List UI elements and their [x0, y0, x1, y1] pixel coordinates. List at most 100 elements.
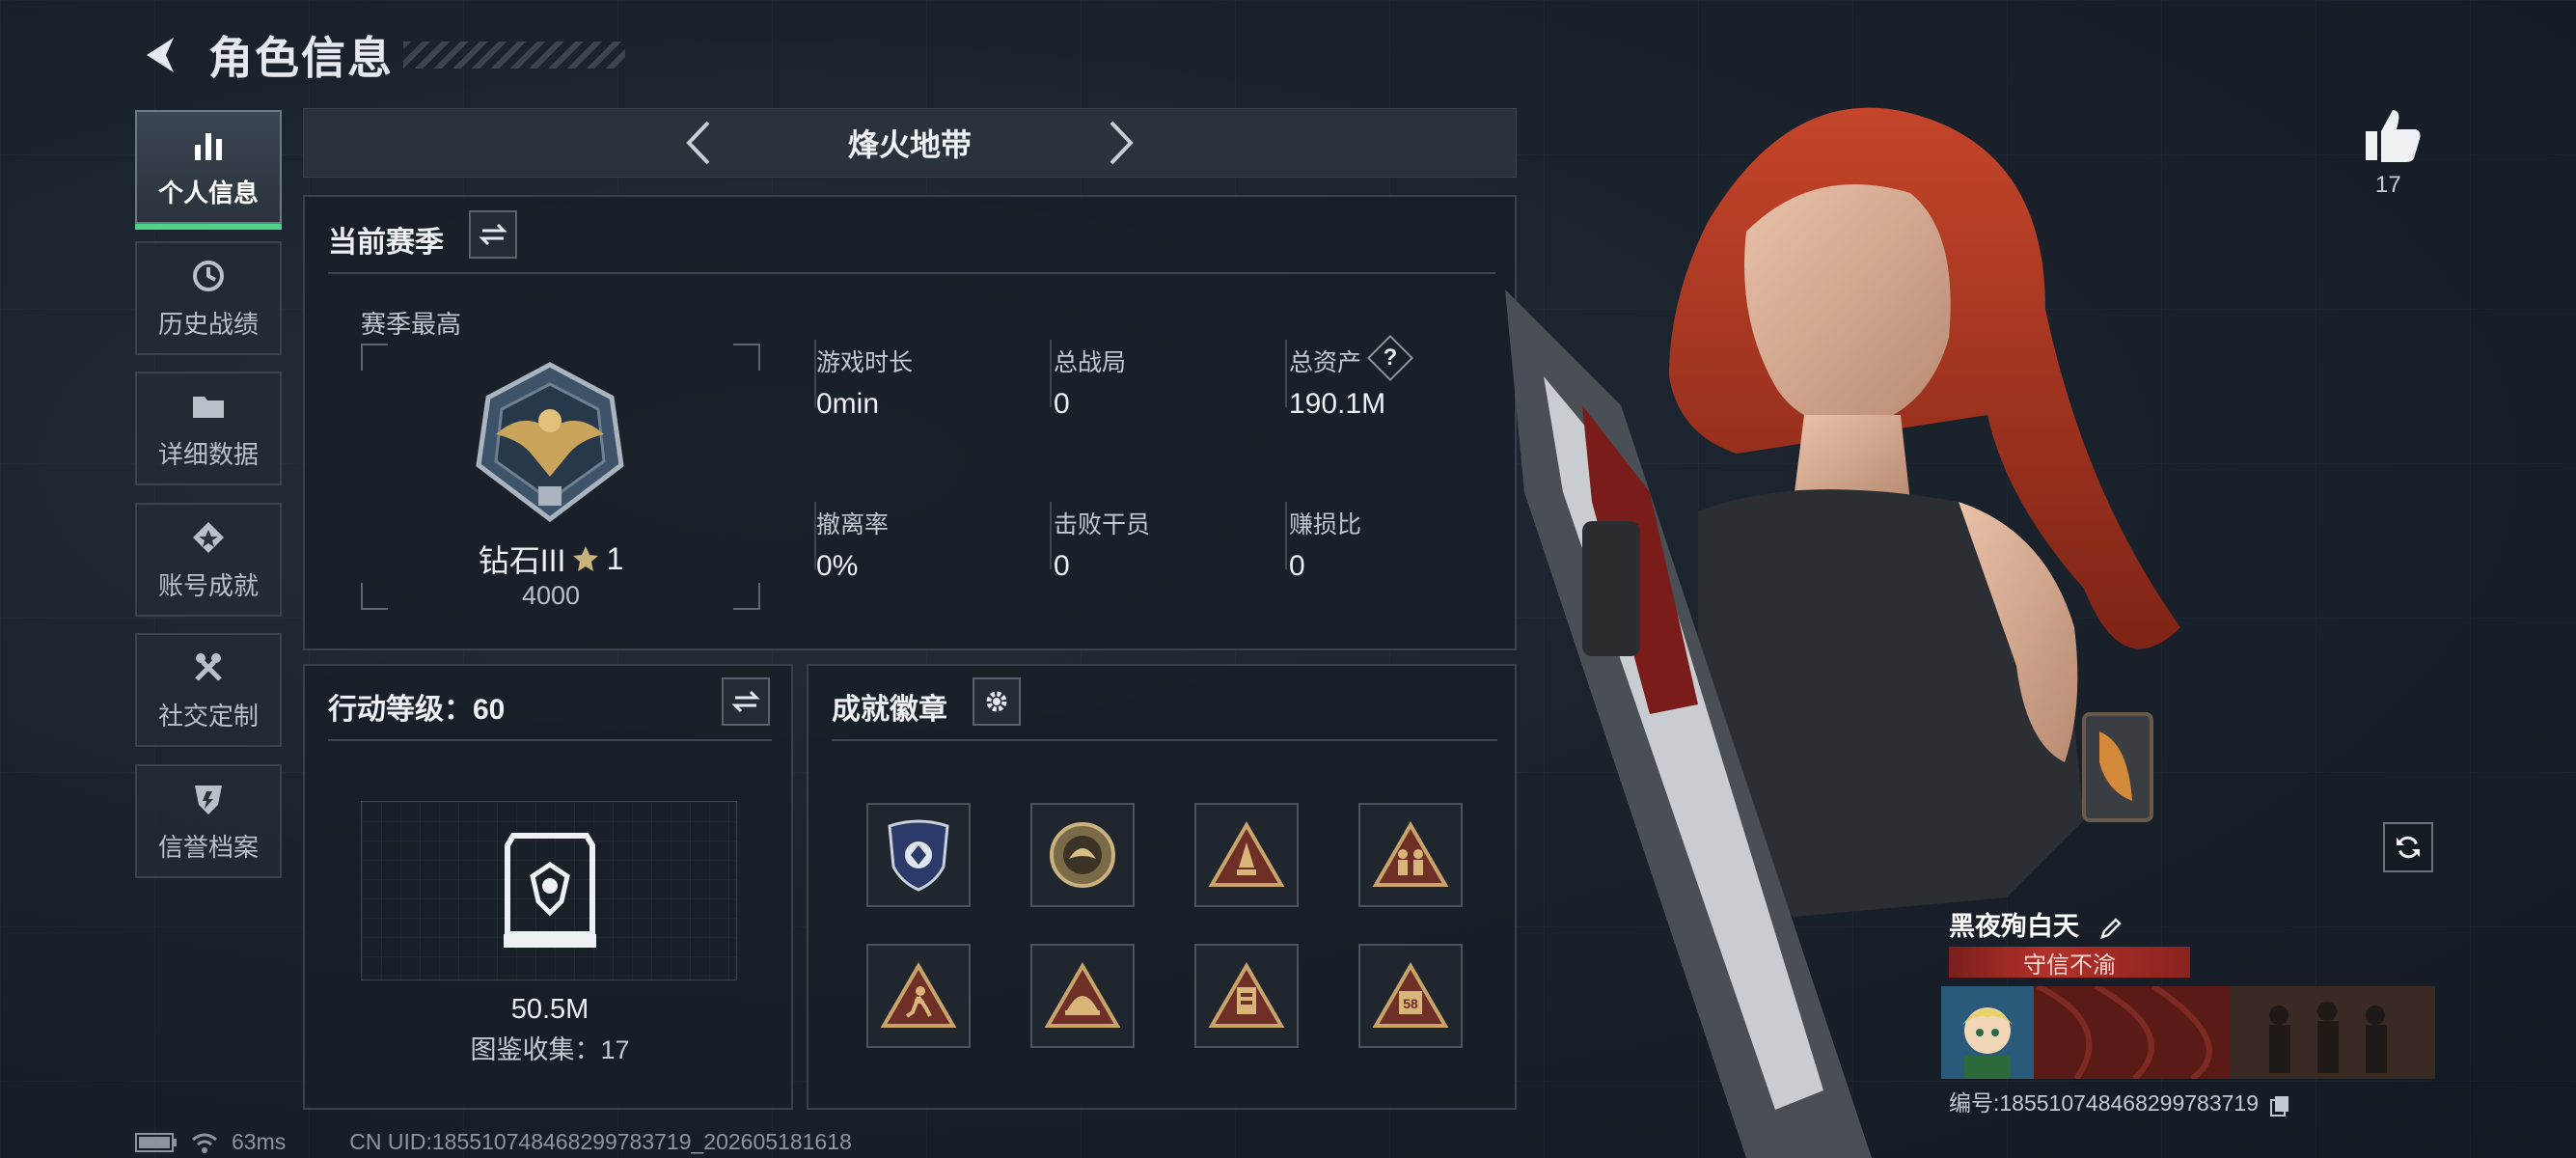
coin-badge-icon [1050, 822, 1115, 888]
gear-icon [986, 691, 1007, 712]
page-title: 角色信息 [208, 33, 394, 83]
achievements-settings-button[interactable] [973, 677, 1021, 726]
stat-value-extract-rate: 0% [816, 550, 859, 582]
badge-58-label: 58 [1403, 996, 1418, 1011]
header: 角色信息 [135, 21, 625, 89]
player-id-text: 编号:185510748468299783719 [1949, 1090, 2260, 1116]
season-switch-button[interactable] [469, 210, 517, 259]
achievement-badge[interactable] [1358, 803, 1463, 907]
action-level-panel: 行动等级：60 50.5M 图鉴收集：17 [303, 664, 793, 1110]
collection-count: 图鉴收集：17 [470, 1035, 630, 1064]
season-panel: 当前赛季 赛季最高 钻石III 1 4000 游戏时长 0min 总战局 0 总… [303, 195, 1517, 650]
sidebar-item-label: 账号成就 [157, 570, 259, 600]
namecard-art [1941, 986, 2435, 1079]
chevron-right-icon [1110, 121, 1134, 165]
star-icon [573, 546, 599, 571]
rank-stars: 1 [606, 540, 624, 576]
rank-points: 4000 [521, 581, 581, 610]
thumbs-up-icon[interactable] [2362, 104, 2424, 166]
divider [1050, 502, 1052, 569]
sidebar-item-label: 历史战绩 [157, 309, 259, 339]
achievement-badge[interactable] [1194, 803, 1299, 907]
sidebar-item-label: 社交定制 [157, 701, 259, 731]
sidebar-item-details[interactable]: 详细数据 [135, 372, 282, 485]
achievement-badge[interactable] [866, 803, 971, 907]
achievement-badge[interactable] [1194, 944, 1299, 1048]
bar-chart-icon [195, 132, 222, 160]
copy-icon[interactable] [2268, 1093, 2291, 1117]
divider [832, 739, 1497, 741]
sidebar-item-social[interactable]: 社交定制 [135, 633, 282, 747]
refresh-button[interactable] [2383, 822, 2433, 872]
sidebar-item-label: 信誉档案 [157, 832, 259, 862]
mode-prev-button[interactable] [669, 114, 726, 172]
sidebar-item-achievements[interactable]: 账号成就 [135, 503, 282, 617]
player-name: 黑夜殉白天 [1949, 905, 2124, 943]
achievement-badge[interactable] [1030, 944, 1135, 1048]
action-level-switch-button[interactable] [722, 677, 770, 726]
stat-value-profit-ratio: 0 [1289, 550, 1305, 582]
stat-label-kills: 击败干员 [1054, 511, 1151, 538]
action-level-title: 行动等级：60 [328, 694, 506, 726]
credit-shield-icon [195, 785, 222, 814]
triangle-58-badge-icon: 58 [1372, 962, 1449, 1028]
sidebar-item-history[interactable]: 历史战绩 [135, 241, 282, 355]
stat-value-playtime: 0min [816, 388, 880, 420]
back-arrow-icon [147, 38, 174, 72]
stat-label-matches: 总战局 [1054, 349, 1127, 376]
season-title: 当前赛季 [328, 227, 444, 259]
swap-icon [731, 690, 760, 713]
player-name-text: 黑夜殉白天 [1949, 912, 2079, 941]
uid-text: CN UID:185510748468299783719_20260518161… [349, 1129, 852, 1154]
wifi-icon [192, 1133, 217, 1153]
edit-pencil-icon[interactable] [2098, 916, 2124, 941]
mode-name: 烽火地带 [847, 127, 972, 162]
rank-name: 钻石III [478, 543, 566, 578]
back-button[interactable] [135, 26, 193, 84]
triangle-helmet-badge-icon [1044, 962, 1121, 1028]
divider [1285, 502, 1287, 569]
battery-icon [135, 1132, 177, 1152]
frame-corner [361, 344, 388, 371]
stat-label-extract-rate: 撤离率 [816, 511, 890, 538]
divider [1285, 340, 1287, 407]
achievement-badge[interactable] [866, 944, 971, 1048]
divider [328, 739, 772, 741]
rank-emblem-icon [476, 362, 624, 523]
divider [328, 272, 1495, 274]
triangle-soldiers-badge-icon [1372, 821, 1449, 887]
frame-corner [733, 583, 760, 610]
status-bar: 63ms CN UID:185510748468299783719_202605… [135, 1129, 852, 1155]
player-id: 编号:185510748468299783719 [1949, 1085, 2291, 1117]
divider [1050, 340, 1052, 407]
folder-icon [193, 396, 224, 418]
mode-next-button[interactable] [1093, 114, 1151, 172]
sidebar-item-label: 详细数据 [157, 439, 259, 469]
stat-value-matches: 0 [1054, 388, 1070, 420]
achievement-badge[interactable]: 58 [1358, 944, 1463, 1048]
sidebar-item-credit[interactable]: 信誉档案 [135, 764, 282, 878]
like-count: 17 [2375, 172, 2401, 198]
sidebar-item-profile[interactable]: 个人信息 [135, 110, 282, 230]
stat-label-profit-ratio: 赚损比 [1289, 511, 1362, 538]
chevron-left-icon [686, 121, 710, 165]
stat-value-assets: 190.1M [1289, 388, 1386, 420]
triangle-rocket-badge-icon [1208, 821, 1285, 887]
shield-badge-icon [888, 819, 949, 892]
achievement-star-icon [193, 521, 224, 553]
help-icon: ? [1383, 345, 1398, 371]
player-title-banner: 守信不渝 [1949, 947, 2190, 979]
stat-label-playtime: 游戏时长 [816, 349, 914, 376]
title-decoration [403, 41, 625, 69]
swap-icon [479, 223, 507, 246]
achievements-panel: 成就徽章 58 [807, 664, 1517, 1110]
achievements-title: 成就徽章 [832, 694, 947, 726]
frame-corner [361, 583, 388, 610]
triangle-runner-badge-icon [880, 962, 957, 1028]
achievement-badge[interactable] [1030, 803, 1135, 907]
frame-corner [733, 344, 760, 371]
player-title-text: 守信不渝 [2023, 951, 2116, 979]
stat-label-assets: 总资产 [1289, 349, 1362, 376]
triangle-card-badge-icon [1208, 962, 1285, 1028]
player-namecard[interactable] [1941, 986, 2435, 1079]
